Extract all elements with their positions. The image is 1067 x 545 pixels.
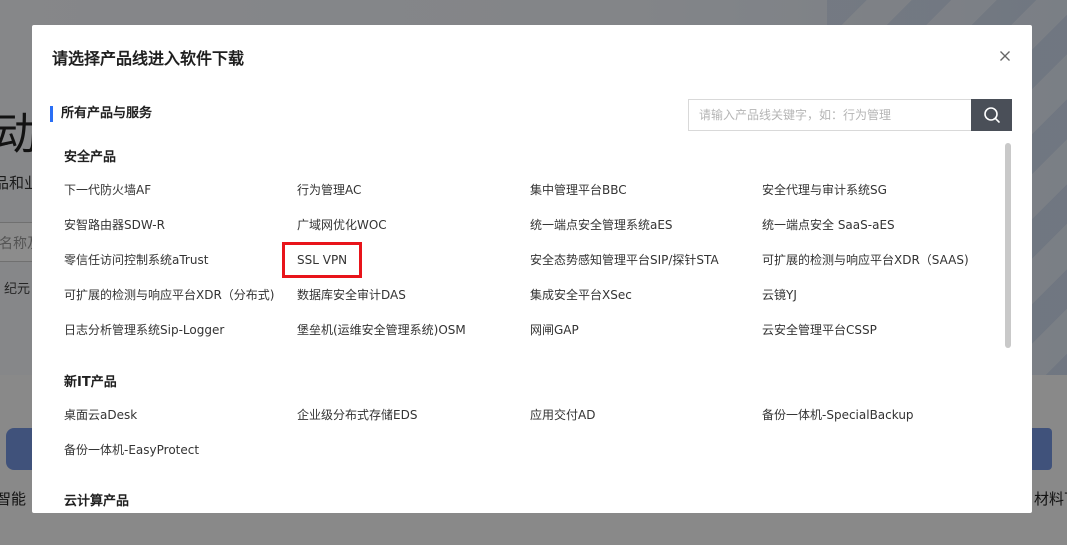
scrollbar-thumb[interactable] [1005, 143, 1011, 348]
section-title: 所有产品与服务 [50, 106, 152, 122]
product-link[interactable]: 安智路由器SDW-R [64, 208, 297, 243]
product-link-label: 应用交付AD [530, 408, 596, 422]
product-link-label: 统一端点安全 SaaS-aES [762, 218, 895, 232]
product-link-label: 零信任访问控制系统aTrust [64, 253, 209, 267]
product-download-dialog: 请选择产品线进入软件下载 所有产品与服务 安全产品 下一代防火墙AF 行为管理AC… [32, 25, 1032, 513]
product-link[interactable]: 企业级分布式存储EDS [297, 398, 530, 433]
category-security-items: 下一代防火墙AF 行为管理AC 集中管理平台BBC 安全代理与审计系统SG 安智路由器S… [64, 173, 994, 348]
product-link-label: 备份一体机-EasyProtect [64, 443, 200, 457]
close-button[interactable] [994, 45, 1016, 67]
product-link-label: 集成安全平台XSec [530, 288, 632, 302]
product-link-label: 桌面云aDesk [64, 408, 138, 422]
category-newit-title: 新IT产品 [64, 375, 117, 390]
product-link[interactable]: 云镜YJ [762, 278, 994, 313]
product-link[interactable]: 统一端点安全 SaaS-aES [762, 208, 994, 243]
product-link[interactable]: 安全态势感知管理平台SIP/探针STA [530, 243, 762, 278]
product-link-label: 集中管理平台BBC [530, 183, 627, 197]
product-link[interactable]: 数据库安全审计DAS [297, 278, 530, 313]
product-link-label: 可扩展的检测与响应平台XDR（SAAS) [762, 253, 969, 267]
product-link-label: 行为管理AC [297, 183, 362, 197]
product-link-label: 企业级分布式存储EDS [297, 408, 418, 422]
category-cloud-title: 云计算产品 [64, 494, 130, 509]
product-link[interactable]: 行为管理AC [297, 173, 530, 208]
product-link[interactable]: 广域网优化WOC [297, 208, 530, 243]
scrollbar[interactable] [1005, 143, 1011, 353]
search-input[interactable] [689, 100, 972, 130]
search-button[interactable] [971, 99, 1012, 131]
product-link[interactable]: 备份一体机-EasyProtect [64, 433, 297, 468]
category-security-title: 安全产品 [64, 150, 117, 165]
product-link[interactable]: 桌面云aDesk [64, 398, 297, 433]
category-newit-items: 桌面云aDesk 企业级分布式存储EDS 应用交付AD 备份一体机-SpecialBa… [64, 398, 994, 468]
product-link[interactable]: 应用交付AD [530, 398, 762, 433]
product-link[interactable]: 堡垒机(运维安全管理系统)OSM [297, 313, 530, 348]
product-link-highlighted[interactable]: SSL VPN [281, 242, 530, 278]
product-link-label: 数据库安全审计DAS [297, 288, 406, 302]
product-link-label: 可扩展的检测与响应平台XDR（分布式) [64, 288, 275, 302]
product-link[interactable]: 云安全管理平台CSSP [762, 313, 994, 348]
search-box [688, 99, 972, 131]
product-link[interactable]: 日志分析管理系统Sip-Logger [64, 313, 297, 348]
dialog-title: 请选择产品线进入软件下载 [52, 49, 245, 68]
product-link-label: 广域网优化WOC [297, 218, 387, 232]
product-link[interactable]: 集成安全平台XSec [530, 278, 762, 313]
product-link[interactable]: 下一代防火墙AF [64, 173, 297, 208]
product-link-label: 安全代理与审计系统SG [762, 183, 887, 197]
product-link-label: 云安全管理平台CSSP [762, 323, 877, 337]
product-link[interactable]: 安全代理与审计系统SG [762, 173, 994, 208]
product-link-label: 安全态势感知管理平台SIP/探针STA [530, 253, 719, 267]
product-link-label: SSL VPN [281, 242, 363, 278]
product-link-label: 备份一体机-SpecialBackup [762, 408, 914, 422]
product-link[interactable]: 统一端点安全管理系统aES [530, 208, 762, 243]
product-link-label: 日志分析管理系统Sip-Logger [64, 323, 225, 337]
product-link-label: 安智路由器SDW-R [64, 218, 165, 232]
product-link-label: 网闸GAP [530, 323, 579, 337]
product-link-label: 堡垒机(运维安全管理系统)OSM [297, 323, 466, 337]
product-link[interactable]: 可扩展的检测与响应平台XDR（分布式) [64, 278, 297, 313]
product-link[interactable]: 零信任访问控制系统aTrust [64, 243, 297, 278]
product-link[interactable]: 网闸GAP [530, 313, 762, 348]
product-list[interactable]: 安全产品 下一代防火墙AF 行为管理AC 集中管理平台BBC 安全代理与审计系统SG 安… [32, 135, 1032, 513]
product-link-label: 统一端点安全管理系统aES [530, 218, 673, 232]
product-link[interactable]: 集中管理平台BBC [530, 173, 762, 208]
product-link[interactable]: 可扩展的检测与响应平台XDR（SAAS) [762, 243, 994, 278]
product-link[interactable]: 备份一体机-SpecialBackup [762, 398, 994, 433]
close-icon [1000, 51, 1010, 61]
search-icon [983, 107, 1000, 123]
product-link-label: 下一代防火墙AF [64, 183, 152, 197]
product-link-label: 云镜YJ [762, 288, 797, 302]
